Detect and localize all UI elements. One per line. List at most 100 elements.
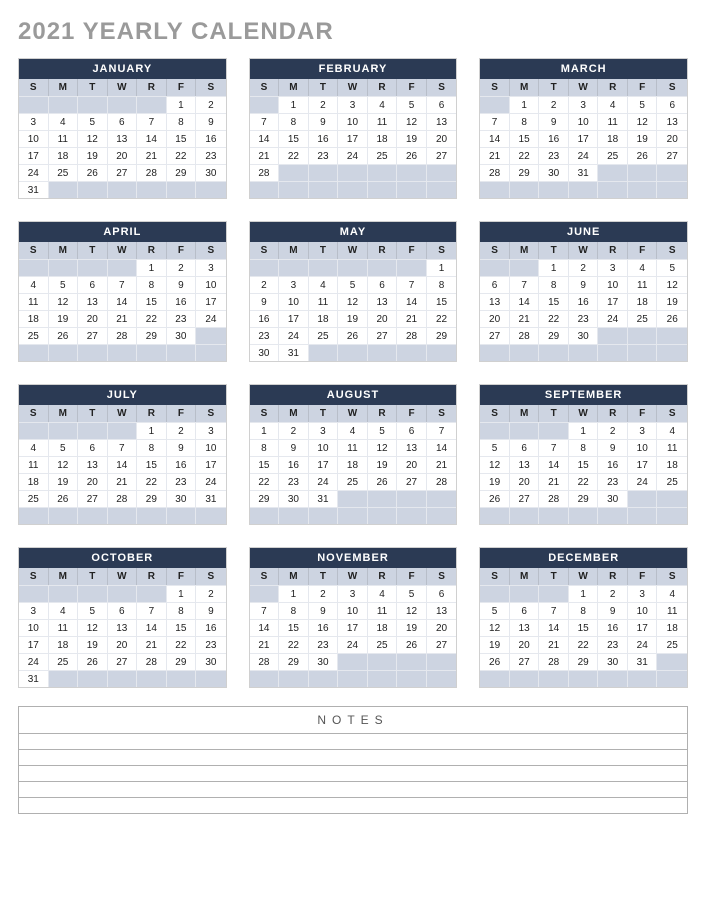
day-cell: 17	[338, 130, 368, 147]
day-cell: 13	[78, 456, 108, 473]
notes-line[interactable]	[19, 782, 687, 798]
day-cell: 23	[167, 473, 197, 490]
notes-line[interactable]	[19, 750, 687, 766]
week-row: 24252627282930	[19, 653, 226, 670]
day-cell-empty	[49, 507, 79, 524]
day-cell: 21	[510, 310, 540, 327]
dow-cell: F	[167, 79, 197, 96]
day-cell-empty	[397, 653, 427, 670]
day-cell: 7	[480, 113, 510, 130]
dow-cell: F	[167, 405, 197, 422]
day-cell: 26	[397, 147, 427, 164]
day-cell: 25	[368, 636, 398, 653]
day-cell: 4	[657, 422, 687, 439]
week-row: 14151617181920	[480, 130, 687, 147]
day-cell: 19	[78, 636, 108, 653]
day-cell-empty	[480, 259, 510, 276]
day-cell: 11	[598, 113, 628, 130]
day-cell: 7	[137, 113, 167, 130]
day-cell: 11	[49, 619, 79, 636]
day-cell: 19	[397, 130, 427, 147]
day-cell-empty	[49, 181, 79, 198]
day-cell-empty	[657, 344, 687, 361]
weeks: 1234567891011121314151617181920212223242…	[19, 96, 226, 198]
notes-line[interactable]	[19, 734, 687, 750]
day-cell-empty	[108, 670, 138, 687]
dow-row: SMTWRFS	[250, 568, 457, 585]
day-cell: 15	[167, 619, 197, 636]
week-row: 3456789	[19, 113, 226, 130]
day-cell: 2	[539, 96, 569, 113]
day-cell-empty	[368, 344, 398, 361]
day-cell: 22	[250, 473, 280, 490]
dow-cell: W	[338, 568, 368, 585]
dow-cell: R	[137, 568, 167, 585]
day-cell: 17	[19, 147, 49, 164]
weeks: 1234567891011121314151617181920212223242…	[19, 422, 226, 524]
dow-cell: W	[338, 79, 368, 96]
day-cell: 3	[19, 602, 49, 619]
day-cell: 17	[338, 619, 368, 636]
day-cell-empty	[427, 670, 457, 687]
day-cell: 8	[250, 439, 280, 456]
day-cell: 30	[598, 490, 628, 507]
day-cell: 27	[108, 653, 138, 670]
day-cell: 22	[539, 310, 569, 327]
day-cell-empty	[196, 507, 226, 524]
month-august: AUGUSTSMTWRFS123456789101112131415161718…	[249, 384, 458, 525]
day-cell: 14	[397, 293, 427, 310]
day-cell-empty	[167, 344, 197, 361]
day-cell: 21	[539, 473, 569, 490]
day-cell: 9	[569, 276, 599, 293]
day-cell: 21	[397, 310, 427, 327]
day-cell: 22	[569, 473, 599, 490]
dow-cell: S	[19, 242, 49, 259]
day-cell: 4	[309, 276, 339, 293]
dow-cell: S	[657, 568, 687, 585]
day-cell-empty	[78, 259, 108, 276]
day-cell-empty	[279, 164, 309, 181]
week-row: 78910111213	[480, 113, 687, 130]
day-cell: 6	[78, 439, 108, 456]
notes-line[interactable]	[19, 766, 687, 782]
day-cell: 29	[510, 164, 540, 181]
day-cell: 27	[427, 636, 457, 653]
day-cell: 21	[480, 147, 510, 164]
week-row: 567891011	[480, 602, 687, 619]
day-cell-empty	[628, 490, 658, 507]
day-cell-empty	[598, 164, 628, 181]
dow-cell: M	[510, 568, 540, 585]
day-cell-empty	[196, 327, 226, 344]
day-cell: 28	[250, 653, 280, 670]
dow-cell: S	[480, 405, 510, 422]
day-cell: 14	[108, 456, 138, 473]
dow-cell: M	[49, 242, 79, 259]
day-cell: 15	[569, 456, 599, 473]
dow-cell: F	[628, 242, 658, 259]
day-cell: 14	[427, 439, 457, 456]
dow-cell: R	[598, 79, 628, 96]
day-cell: 15	[279, 619, 309, 636]
day-cell: 4	[19, 276, 49, 293]
day-cell: 8	[279, 602, 309, 619]
day-cell: 31	[628, 653, 658, 670]
day-cell-empty	[368, 670, 398, 687]
day-cell: 13	[480, 293, 510, 310]
day-cell-empty	[539, 422, 569, 439]
weeks: 1234567891011121314151617181920212223242…	[480, 96, 687, 198]
dow-row: SMTWRFS	[19, 79, 226, 96]
notes-line[interactable]	[19, 798, 687, 813]
day-cell: 2	[279, 422, 309, 439]
weeks: 1234567891011121314151617181920212223242…	[480, 259, 687, 361]
day-cell: 9	[196, 602, 226, 619]
day-cell: 13	[108, 130, 138, 147]
week-row: 11121314151617	[19, 293, 226, 310]
day-cell: 1	[569, 585, 599, 602]
weeks: 1234567891011121314151617181920212223242…	[19, 585, 226, 687]
day-cell: 6	[480, 276, 510, 293]
day-cell: 14	[108, 293, 138, 310]
day-cell: 14	[137, 619, 167, 636]
day-cell-empty	[657, 670, 687, 687]
day-cell: 12	[338, 293, 368, 310]
day-cell: 11	[338, 439, 368, 456]
